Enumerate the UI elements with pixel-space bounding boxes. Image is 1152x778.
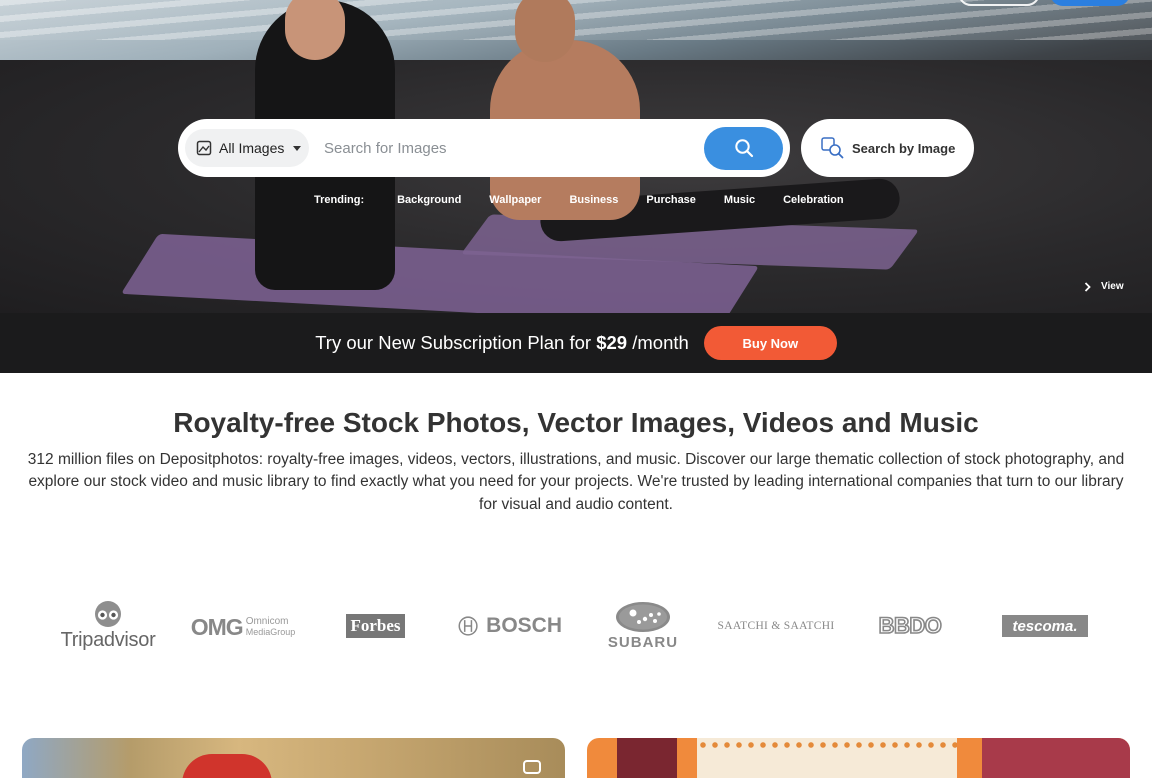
caret-down-icon [293, 145, 302, 151]
omg-subtext: Omnicom MediaGroup [245, 616, 296, 638]
client-logos: Tripadvisor OMG Omnicom MediaGroup Forbe… [0, 596, 1152, 656]
header-login-button[interactable] [958, 0, 1040, 6]
trending-tag-purchase[interactable]: Purchase [632, 191, 710, 209]
omg-subtext-line2: MediaGroup [245, 627, 296, 637]
trending-tag-wallpaper[interactable]: Wallpaper [475, 191, 555, 209]
trending-tag-background[interactable]: Background [383, 191, 475, 209]
search-bar: All Images [178, 119, 790, 177]
trending-tag-music[interactable]: Music [710, 191, 769, 209]
bbdo-text: BBDO [878, 612, 943, 639]
card-image-detail [617, 738, 677, 778]
trending-tag-celebration[interactable]: Celebration [769, 191, 858, 209]
saatchi-logo: SAATCHI & SAATCHI [714, 616, 838, 636]
trending-tags: Trending: Background Wallpaper Business … [314, 191, 858, 209]
subaru-stars-icon [616, 602, 670, 632]
search-icon [734, 139, 753, 158]
collection-card[interactable] [587, 738, 1130, 778]
search-input[interactable] [309, 129, 704, 167]
card-image-detail [182, 754, 272, 778]
promo-text-prefix: Try our New Subscription Plan for [315, 332, 597, 353]
card-icon [523, 760, 541, 774]
omg-subtext-line1: Omnicom [245, 616, 289, 627]
search-by-image-button[interactable]: Search by Image [801, 119, 974, 177]
card-film-strip [697, 741, 957, 749]
tripadvisor-text: Tripadvisor [60, 628, 156, 651]
hero-waves [0, 0, 1152, 40]
search-by-image-label: Search by Image [852, 140, 956, 156]
trending-tag-business[interactable]: Business [555, 191, 632, 209]
collection-card[interactable] [22, 738, 565, 778]
header-signup-button[interactable] [1050, 0, 1130, 6]
bosch-armature-icon [458, 616, 478, 636]
card-image-detail [982, 738, 1130, 778]
category-select-label: All Images [219, 140, 285, 156]
page-description: 312 million files on Depositphotos: roya… [27, 451, 1125, 513]
buy-now-button[interactable]: Buy Now [703, 326, 837, 360]
bbdo-logo: BBDO [872, 612, 948, 640]
subaru-logo: SUBARU [600, 600, 686, 652]
omg-logo: OMG Omnicom MediaGroup [188, 612, 298, 642]
saatchi-text: SAATCHI & SAATCHI [717, 620, 835, 632]
hero-person-head [285, 0, 345, 60]
subaru-text: SUBARU [607, 634, 679, 651]
image-icon [196, 140, 212, 156]
tescoma-text: tescoma. [1012, 617, 1078, 635]
promo-banner: Try our New Subscription Plan for $29 /m… [0, 313, 1152, 373]
view-label: View [1101, 281, 1124, 292]
promo-text-suffix: /month [627, 332, 689, 353]
promo-text: Try our New Subscription Plan for $29 /m… [315, 332, 689, 354]
category-select[interactable]: All Images [185, 129, 309, 167]
bosch-logo: BOSCH [458, 612, 562, 640]
image-search-icon [821, 137, 844, 159]
forbes-text: Forbes [350, 616, 401, 635]
search-button[interactable] [704, 126, 783, 170]
tescoma-logo: tescoma. [1002, 615, 1088, 637]
omg-text: OMG [190, 613, 244, 640]
forbes-logo: Forbes [346, 614, 405, 638]
chevron-right-icon [1084, 281, 1091, 292]
promo-price: $29 [596, 332, 628, 353]
bosch-text: BOSCH [486, 614, 562, 637]
owl-icon [95, 600, 121, 627]
hero-person-head [515, 0, 575, 62]
trending-label: Trending: [314, 194, 365, 206]
tripadvisor-logo: Tripadvisor [56, 600, 160, 652]
view-image-link[interactable]: View [1084, 281, 1124, 292]
page-title: Royalty-free Stock Photos, Vector Images… [173, 407, 979, 438]
